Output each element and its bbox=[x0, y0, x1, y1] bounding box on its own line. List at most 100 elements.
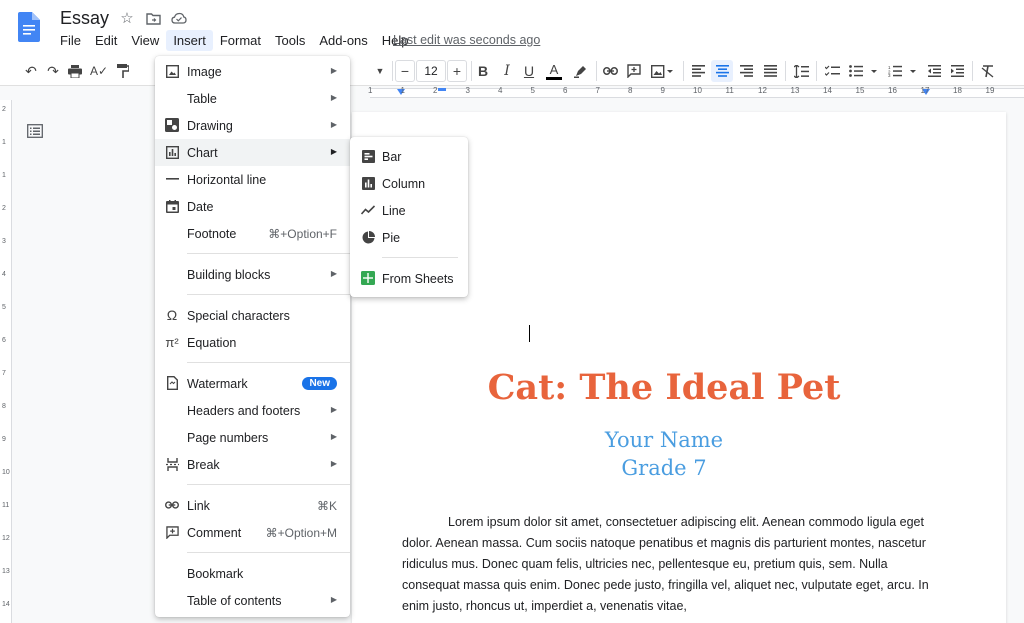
line-spacing-icon[interactable] bbox=[792, 60, 810, 82]
insert-image-icon[interactable] bbox=[650, 60, 674, 82]
menu-item-image[interactable]: Image ▶ bbox=[155, 58, 350, 85]
increase-font-size-button[interactable]: + bbox=[447, 60, 467, 82]
link-icon bbox=[165, 498, 179, 512]
bold-icon[interactable]: B bbox=[476, 60, 490, 82]
menu-view[interactable]: View bbox=[124, 30, 166, 51]
new-badge: New bbox=[302, 377, 337, 390]
align-right-icon[interactable] bbox=[738, 60, 754, 82]
toolbar-divider bbox=[596, 61, 597, 81]
paint-format-icon[interactable] bbox=[114, 60, 132, 82]
submenu-item-from-sheets[interactable]: From Sheets bbox=[350, 265, 468, 292]
menu-item-equation[interactable]: π² Equation bbox=[155, 329, 350, 356]
bulleted-list-icon[interactable] bbox=[848, 60, 878, 82]
clear-formatting-icon[interactable] bbox=[979, 60, 997, 82]
google-docs-logo-icon[interactable] bbox=[18, 12, 40, 42]
submenu-arrow-icon: ▶ bbox=[330, 459, 337, 468]
menu-item-bookmark[interactable]: Bookmark bbox=[155, 560, 350, 587]
ruler-number: 18 bbox=[953, 86, 962, 95]
align-left-icon[interactable] bbox=[690, 60, 706, 82]
ruler-number: 3 bbox=[465, 86, 470, 95]
menu-item-page-numbers[interactable]: Page numbers ▶ bbox=[155, 424, 350, 451]
vertical-ruler-number: 5 bbox=[2, 304, 6, 311]
document-outline-icon[interactable] bbox=[27, 124, 43, 140]
menu-tools[interactable]: Tools bbox=[268, 30, 312, 51]
vertical-ruler-number: 1 bbox=[2, 172, 6, 179]
document-title[interactable]: Essay bbox=[60, 8, 109, 29]
font-dropdown-arrow-icon[interactable]: ▼ bbox=[373, 60, 387, 82]
decrease-indent-icon[interactable] bbox=[925, 60, 943, 82]
ruler-number: 8 bbox=[628, 86, 633, 95]
ruler-number: 1 bbox=[400, 86, 405, 95]
submenu-arrow-icon: ▶ bbox=[330, 269, 337, 278]
menu-item-watermark[interactable]: Watermark New bbox=[155, 370, 350, 397]
star-icon[interactable]: ☆ bbox=[118, 9, 136, 27]
menu-item-link[interactable]: Link ⌘K bbox=[155, 492, 350, 519]
menu-item-special-characters[interactable]: Ω Special characters bbox=[155, 302, 350, 329]
ruler-number: 12 bbox=[758, 86, 767, 95]
last-edit-link[interactable]: Last edit was seconds ago bbox=[393, 33, 540, 47]
italic-icon[interactable]: I bbox=[500, 60, 514, 82]
menu-addons[interactable]: Add-ons bbox=[312, 30, 374, 51]
menu-item-horizontal-line[interactable]: Horizontal line bbox=[155, 166, 350, 193]
menu-item-drawing[interactable]: Drawing ▶ bbox=[155, 112, 350, 139]
menu-item-headers-footers[interactable]: Headers and footers ▶ bbox=[155, 397, 350, 424]
redo-icon[interactable]: ↷ bbox=[44, 60, 62, 82]
first-line-indent-marker[interactable] bbox=[438, 88, 446, 91]
vertical-ruler-number: 11 bbox=[2, 502, 10, 509]
increase-indent-icon[interactable] bbox=[948, 60, 966, 82]
title-actions: ☆ bbox=[118, 9, 188, 27]
vertical-ruler-number: 8 bbox=[2, 403, 6, 410]
undo-icon[interactable]: ↶ bbox=[22, 60, 40, 82]
menu-item-comment[interactable]: Comment ⌘+Option+M bbox=[155, 519, 350, 546]
submenu-item-pie[interactable]: Pie bbox=[350, 224, 468, 251]
checklist-icon[interactable] bbox=[823, 60, 841, 82]
submenu-item-bar[interactable]: Bar bbox=[350, 143, 468, 170]
menu-separator bbox=[155, 478, 350, 492]
vertical-ruler[interactable]: 2 1 1 2 3 4 5 6 7 8 9 10 11 12 13 14 bbox=[0, 100, 12, 623]
menu-format[interactable]: Format bbox=[213, 30, 268, 51]
justify-icon[interactable] bbox=[762, 60, 778, 82]
menu-item-building-blocks[interactable]: Building blocks ▶ bbox=[155, 261, 350, 288]
sheets-icon bbox=[361, 271, 375, 285]
submenu-item-line[interactable]: Line bbox=[350, 197, 468, 224]
submenu-arrow-icon: ▶ bbox=[330, 147, 337, 156]
spellcheck-icon[interactable]: A✓ bbox=[90, 60, 108, 82]
underline-icon[interactable]: U bbox=[522, 60, 536, 82]
toolbar-divider bbox=[683, 61, 684, 81]
image-icon bbox=[165, 64, 179, 78]
move-folder-icon[interactable] bbox=[144, 9, 162, 27]
menu-file[interactable]: File bbox=[53, 30, 88, 51]
numbered-list-icon[interactable]: 123 bbox=[887, 60, 917, 82]
menu-edit[interactable]: Edit bbox=[88, 30, 124, 51]
cloud-saved-icon[interactable] bbox=[170, 9, 188, 27]
menu-item-footnote[interactable]: Footnote ⌘+Option+F bbox=[155, 220, 350, 247]
vertical-ruler-number: 10 bbox=[2, 469, 10, 476]
print-icon[interactable] bbox=[66, 60, 84, 82]
menu-item-table[interactable]: Table ▶ bbox=[155, 85, 350, 112]
insert-link-icon[interactable] bbox=[602, 60, 618, 82]
submenu-item-column[interactable]: Column bbox=[350, 170, 468, 197]
shortcut-text: ⌘+Option+M bbox=[265, 526, 337, 540]
insert-comment-icon[interactable] bbox=[626, 60, 642, 82]
menu-insert[interactable]: Insert bbox=[166, 30, 213, 51]
align-center-icon[interactable] bbox=[711, 60, 733, 82]
submenu-arrow-icon: ▶ bbox=[330, 66, 337, 75]
ruler-number: 11 bbox=[725, 86, 734, 95]
menu-item-date[interactable]: Date bbox=[155, 193, 350, 220]
menu-item-break[interactable]: Break ▶ bbox=[155, 451, 350, 478]
submenu-arrow-icon: ▶ bbox=[330, 93, 337, 102]
menu-item-chart[interactable]: Chart ▶ bbox=[155, 139, 350, 166]
submenu-arrow-icon: ▶ bbox=[330, 120, 337, 129]
highlight-icon[interactable] bbox=[572, 60, 588, 82]
text-color-icon[interactable]: A bbox=[546, 60, 562, 82]
horizontal-ruler[interactable]: 1 1 2 3 4 5 6 7 8 9 10 11 12 13 14 15 16 17 18 19 bbox=[350, 86, 1024, 100]
font-size-input[interactable]: 12 bbox=[416, 60, 446, 82]
toolbar-divider bbox=[785, 61, 786, 81]
toolbar-divider bbox=[392, 61, 393, 81]
horizontal-line-icon bbox=[165, 172, 179, 186]
shortcut-text: ⌘K bbox=[316, 499, 337, 513]
menu-item-table-of-contents[interactable]: Table of contents ▶ bbox=[155, 587, 350, 614]
decrease-font-size-button[interactable]: − bbox=[395, 60, 415, 82]
ruler-number: 1 bbox=[368, 86, 373, 95]
watermark-icon bbox=[165, 376, 179, 390]
